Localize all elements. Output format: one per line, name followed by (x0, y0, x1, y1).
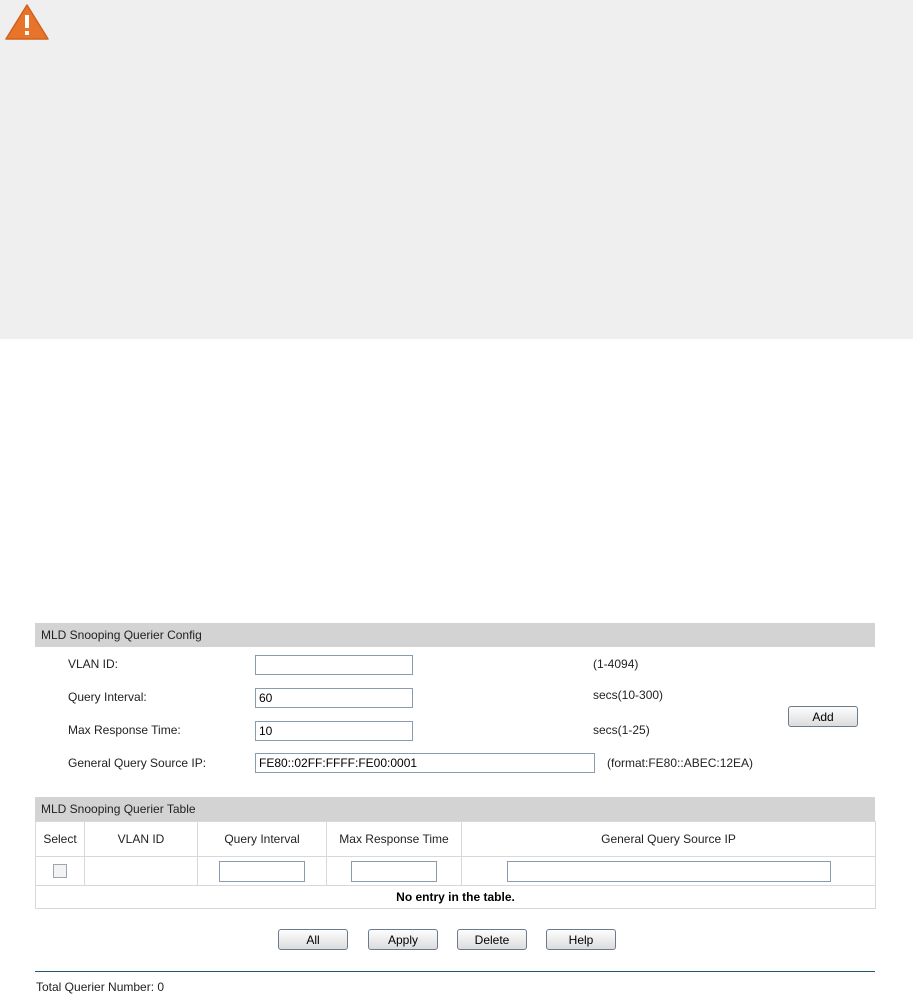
filter-row (35, 856, 876, 886)
max-response-time-hint: secs(1-25) (593, 723, 650, 737)
table-title: MLD Snooping Querier Table (35, 797, 875, 821)
query-interval-input[interactable] (255, 688, 413, 708)
all-button[interactable]: All (278, 929, 348, 950)
vlan-id-hint: (1-4094) (593, 657, 639, 671)
querier-config-panel: MLD Snooping Querier Config VLAN ID: (1-… (35, 623, 875, 783)
warning-triangle-icon (5, 4, 49, 40)
query-interval-filter-input[interactable] (219, 860, 305, 882)
source-ip-filter-input[interactable] (506, 860, 831, 882)
apply-button[interactable]: Apply (368, 929, 438, 950)
column-header-max-response-time: Max Response Time (326, 821, 462, 857)
source-ip-hint: (format:FE80::ABEC:12EA) (607, 756, 754, 770)
query-interval-hint: secs(10-300) (593, 688, 664, 702)
help-button[interactable]: Help (546, 929, 616, 950)
vlan-id-input[interactable] (255, 655, 413, 675)
add-button[interactable]: Add (788, 706, 858, 727)
column-header-query-interval: Query Interval (197, 821, 327, 857)
footer-divider (35, 971, 875, 972)
empty-table-message: No entry in the table. (35, 885, 876, 909)
column-header-select: Select (35, 821, 85, 857)
notice-panel (0, 0, 913, 339)
query-interval-label: Query Interval: (68, 690, 147, 704)
vlan-id-label: VLAN ID: (68, 657, 119, 671)
max-response-time-label: Max Response Time: (68, 723, 181, 737)
source-ip-label: General Query Source IP: (68, 756, 207, 770)
max-response-time-filter-input[interactable] (351, 860, 437, 882)
total-querier-number: Total Querier Number: 0 (36, 980, 165, 994)
column-header-source-ip: General Query Source IP (461, 821, 876, 857)
select-all-checkbox[interactable] (53, 864, 67, 879)
querier-table-panel: MLD Snooping Querier Table Select VLAN I… (35, 797, 876, 909)
querier-table: Select VLAN ID Query Interval Max Respon… (35, 821, 876, 909)
column-header-vlan-id: VLAN ID (84, 821, 198, 857)
max-response-time-input[interactable] (255, 721, 413, 741)
vlan-id-filter-cell (84, 856, 198, 886)
config-title: MLD Snooping Querier Config (35, 623, 875, 647)
delete-button[interactable]: Delete (457, 929, 527, 950)
source-ip-input[interactable] (255, 753, 595, 773)
